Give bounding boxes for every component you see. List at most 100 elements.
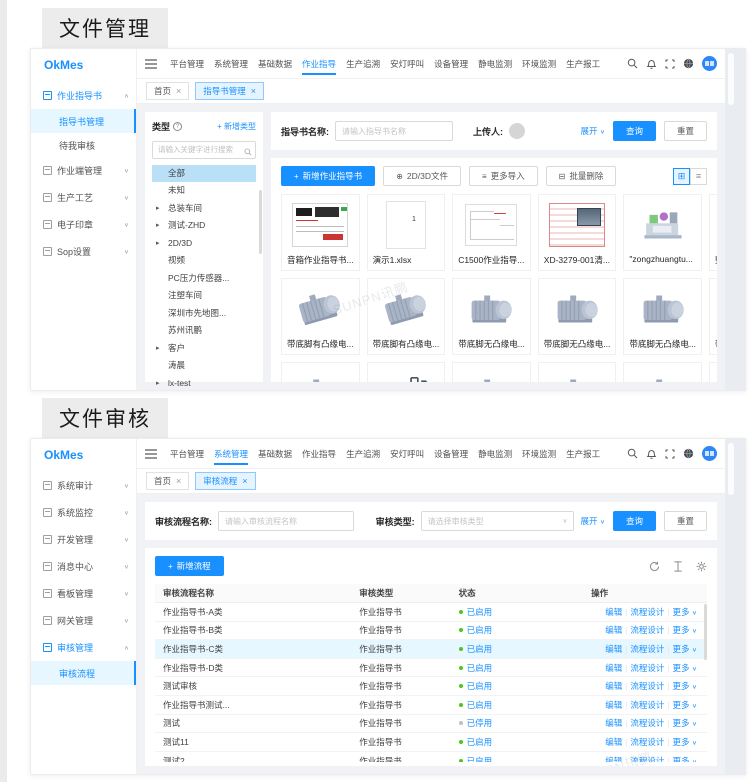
table-row[interactable]: 测试 作业指导书 已停用 编辑|流程设计|更多 ∨	[155, 715, 707, 734]
nav-item[interactable]: 作业指导	[297, 49, 341, 78]
document-card[interactable]: 带底脚无凸缘电...	[452, 278, 531, 355]
more-dropdown-link[interactable]: 更多 ∨	[672, 737, 697, 747]
document-card[interactable]: 带底脚有凸缘电...	[281, 278, 360, 355]
tree-node[interactable]: 未知	[152, 182, 256, 200]
nav-item[interactable]: 设备管理	[429, 439, 473, 468]
list-view-icon[interactable]: ≡	[690, 168, 707, 185]
sidebar-item[interactable]: 审核流程	[31, 661, 136, 685]
page-scrollbar-gutter[interactable]	[725, 49, 745, 390]
edit-link[interactable]: 编辑	[605, 681, 622, 691]
more-dropdown-link[interactable]: 更多 ∨	[672, 756, 697, 762]
query-button[interactable]: 查询	[613, 511, 656, 531]
page-scrollbar-gutter[interactable]	[725, 439, 745, 774]
edit-link[interactable]: 编辑	[605, 756, 622, 762]
tree-node[interactable]: 涛晨	[152, 357, 256, 375]
tree-node[interactable]: 视频	[152, 252, 256, 270]
flow-name-input[interactable]	[218, 511, 354, 531]
table-row[interactable]: 作业指导书测试... 作业指导书 已启用 编辑|流程设计|更多 ∨	[155, 696, 707, 715]
flow-design-link[interactable]: 流程设计	[630, 756, 664, 762]
settings-globe-icon[interactable]	[683, 58, 694, 69]
document-card[interactable]: 带底脚无凸缘电...	[709, 278, 717, 355]
doc-name-input[interactable]	[335, 121, 453, 141]
document-card[interactable]: 整桶.STEP	[709, 194, 717, 271]
document-card[interactable]: 带底脚无凸缘电...	[623, 278, 702, 355]
edit-link[interactable]: 编辑	[605, 737, 622, 747]
edit-link[interactable]: 编辑	[605, 718, 622, 728]
tree-search-input[interactable]	[152, 141, 256, 159]
reset-button[interactable]: 重置	[664, 511, 707, 531]
grid-view-icon[interactable]: ⊞	[673, 168, 690, 185]
sidebar-item[interactable]: 待我审核	[31, 133, 136, 157]
sidebar-item[interactable]: 系统监控 ∨	[31, 499, 136, 526]
flow-design-link[interactable]: 流程设计	[630, 737, 664, 747]
tree-node[interactable]: 客户	[152, 340, 256, 358]
tree-node[interactable]: 测试-ZHD	[152, 217, 256, 235]
document-card[interactable]: XD-3279-001清...	[538, 194, 617, 271]
tree-node[interactable]: 苏州讯鹏	[152, 322, 256, 340]
nav-item[interactable]: 安灯呼叫	[385, 49, 429, 78]
edit-link[interactable]: 编辑	[605, 644, 622, 654]
review-type-select[interactable]: 请选择审核类型 ∨	[421, 511, 575, 531]
nav-item[interactable]: 平台管理	[165, 439, 209, 468]
document-card[interactable]: 音箱作业指导书...	[281, 194, 360, 271]
uploader-avatar-picker[interactable]	[509, 123, 525, 139]
nav-item[interactable]: 生产追溯	[341, 49, 385, 78]
page-tab[interactable]: 首页 ×	[146, 82, 189, 100]
more-dropdown-link[interactable]: 更多 ∨	[672, 607, 697, 617]
tree-node[interactable]: lx-test	[152, 375, 256, 391]
nav-item[interactable]: 生产报工	[561, 49, 605, 78]
flow-design-link[interactable]: 流程设计	[630, 718, 664, 728]
table-row[interactable]: 作业指导书-A类 作业指导书 已启用 编辑|流程设计|更多 ∨	[155, 603, 707, 622]
sidebar-item[interactable]: 审核管理 ∧	[31, 634, 136, 661]
tree-node[interactable]: PC压力传感器...	[152, 270, 256, 288]
nav-item[interactable]: 生产报工	[561, 439, 605, 468]
nav-item[interactable]: 设备管理	[429, 49, 473, 78]
expand-filters-link[interactable]: 展开 ∨	[580, 125, 605, 137]
table-row[interactable]: 作业指导书-C类 作业指导书 已启用 编辑|流程设计|更多 ∨	[155, 640, 707, 659]
refresh-icon[interactable]	[649, 561, 660, 572]
more-dropdown-link[interactable]: 更多 ∨	[672, 718, 697, 728]
user-avatar[interactable]	[702, 56, 717, 71]
fullscreen-icon[interactable]	[665, 449, 675, 459]
document-card[interactable]	[623, 362, 702, 382]
table-row[interactable]: 作业指导书-B类 作业指导书 已启用 编辑|流程设计|更多 ∨	[155, 622, 707, 641]
add-flow-button[interactable]: +新增流程	[155, 556, 224, 576]
document-card[interactable]: "zongzhuangtu...	[623, 194, 702, 271]
document-card[interactable]	[709, 362, 717, 382]
page-tab[interactable]: 审核流程 ×	[195, 472, 255, 490]
fullscreen-icon[interactable]	[665, 59, 675, 69]
nav-item[interactable]: 静电监测	[473, 49, 517, 78]
more-dropdown-link[interactable]: 更多 ∨	[672, 663, 697, 673]
flow-design-link[interactable]: 流程设计	[630, 625, 664, 635]
sidebar-item[interactable]: 作业指导书 ∧	[31, 82, 136, 109]
flow-design-link[interactable]: 流程设计	[630, 663, 664, 673]
more-dropdown-link[interactable]: 更多 ∨	[672, 700, 697, 710]
edit-link[interactable]: 编辑	[605, 625, 622, 635]
sidebar-item[interactable]: Sop设置 ∨	[31, 238, 136, 265]
nav-item[interactable]: 基础数据	[253, 49, 297, 78]
sidebar-item[interactable]: 指导书管理	[31, 109, 136, 133]
nav-item[interactable]: 安灯呼叫	[385, 439, 429, 468]
tab-close-icon[interactable]: ×	[176, 476, 181, 486]
notification-bell-icon[interactable]	[646, 58, 657, 69]
table-row[interactable]: 测试审核 作业指导书 已启用 编辑|流程设计|更多 ∨	[155, 677, 707, 696]
tree-node[interactable]: 注塑车间	[152, 287, 256, 305]
more-dropdown-link[interactable]: 更多 ∨	[672, 625, 697, 635]
add-type-button[interactable]: + 新增类型	[217, 121, 256, 132]
document-card[interactable]: C1500作业指导...	[452, 194, 531, 271]
settings-globe-icon[interactable]	[683, 448, 694, 459]
sidebar-item[interactable]: 生产工艺 ∨	[31, 184, 136, 211]
nav-item[interactable]: 系统管理	[209, 49, 253, 78]
tree-node[interactable]: 全部	[152, 165, 256, 183]
edit-link[interactable]: 编辑	[605, 663, 622, 673]
nav-item[interactable]: 环境监测	[517, 439, 561, 468]
flow-design-link[interactable]: 流程设计	[630, 700, 664, 710]
sidebar-item[interactable]: 网关管理 ∨	[31, 607, 136, 634]
nav-item[interactable]: 系统管理	[209, 439, 253, 468]
tab-close-icon[interactable]: ×	[242, 476, 247, 486]
more-import-button[interactable]: ≡更多导入	[469, 166, 538, 186]
table-row[interactable]: 测试11 作业指导书 已启用 编辑|流程设计|更多 ∨	[155, 733, 707, 752]
flow-design-link[interactable]: 流程设计	[630, 681, 664, 691]
edit-link[interactable]: 编辑	[605, 700, 622, 710]
page-tab[interactable]: 指导书管理 ×	[195, 82, 264, 100]
